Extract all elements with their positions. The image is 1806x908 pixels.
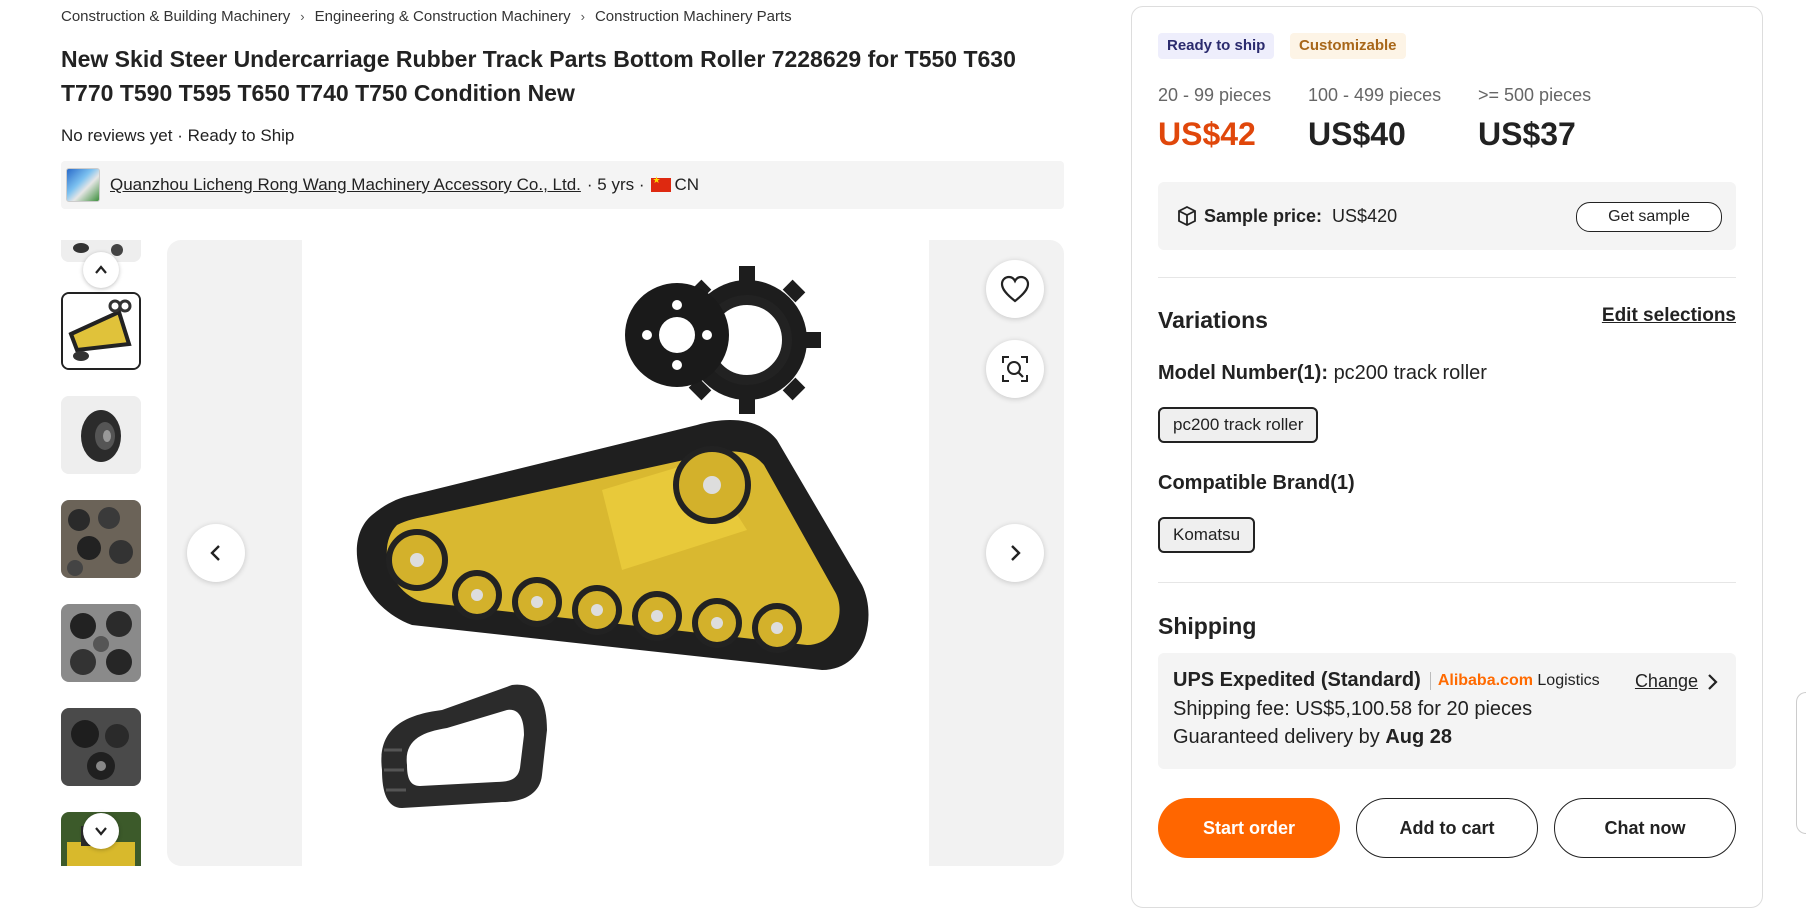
compatible-brand-attribute: Compatible Brand(1) — [1158, 472, 1355, 495]
compatible-brand-label: Compatible Brand(1) — [1158, 472, 1355, 494]
chevron-left-icon — [210, 545, 220, 561]
divider — [1158, 582, 1736, 583]
logistics-provider: Alibaba.com Logistics — [1429, 671, 1600, 690]
thumbnail[interactable] — [61, 604, 141, 682]
supplier-meta: · 5 yrs · CN — [587, 175, 699, 195]
chevron-up-icon — [95, 265, 107, 274]
variations-title: Variations — [1158, 307, 1268, 333]
thumbnail-selected[interactable] — [61, 292, 141, 370]
delivery-date: Aug 28 — [1385, 726, 1453, 748]
thumbnail-scroll-down-button[interactable] — [83, 813, 119, 849]
shipping-title: Shipping — [1158, 613, 1257, 639]
edit-selections-link[interactable]: Edit selections — [1602, 305, 1736, 327]
thumbnail-scroll-up-button[interactable] — [83, 252, 119, 288]
chevron-right-icon: › — [300, 9, 305, 24]
model-number-attribute: Model Number(1): pc200 track roller — [1158, 362, 1487, 385]
price-tier-range: 20 - 99 pieces — [1158, 85, 1272, 105]
supplier-years: · 5 yrs · — [586, 175, 645, 194]
image-search-icon — [1002, 356, 1028, 382]
change-shipping-link[interactable]: Change — [1635, 671, 1718, 692]
price-tier: 100 - 499 pieces US$40 — [1308, 85, 1441, 153]
shipping-method: UPS Expedited (Standard) Alibaba.com Log… — [1173, 669, 1600, 692]
thumbnail[interactable] — [61, 396, 141, 474]
image-gallery — [167, 240, 1064, 866]
shipping-method-name: UPS Expedited (Standard) — [1173, 669, 1421, 691]
chevron-right-icon — [1708, 673, 1718, 690]
price-tier-range: 100 - 499 pieces — [1308, 85, 1442, 105]
product-title: New Skid Steer Undercarriage Rubber Trac… — [61, 46, 1016, 106]
package-icon — [1178, 205, 1196, 227]
divider — [1158, 277, 1736, 278]
thumbnail[interactable] — [61, 708, 141, 786]
previous-image-button[interactable] — [187, 524, 245, 582]
thumbnail-strip — [61, 240, 141, 866]
model-number-label: Model Number(1): — [1158, 362, 1328, 384]
product-image — [302, 240, 929, 866]
model-number-chip[interactable]: pc200 track roller — [1158, 407, 1319, 443]
china-flag-icon — [650, 175, 671, 192]
favorite-button[interactable] — [986, 260, 1044, 318]
change-label: Change — [1634, 671, 1698, 691]
ready-to-ship-badge: Ready to ship — [1158, 33, 1275, 59]
chat-now-button[interactable]: Chat now — [1554, 798, 1736, 858]
purchase-panel: Ready to ship Customizable 20 - 99 piece… — [1131, 6, 1763, 908]
breadcrumb-item[interactable]: Construction & Building Machinery — [61, 8, 290, 25]
price-tier: 20 - 99 pieces US$42 — [1158, 85, 1271, 153]
chevron-right-icon — [1011, 545, 1021, 561]
supplier-bar: Quanzhou Licheng Rong Wang Machinery Acc… — [61, 161, 1064, 209]
price-tier-range: >= 500 pieces — [1478, 85, 1592, 105]
breadcrumb: Construction & Building Machinery › Engi… — [61, 8, 792, 25]
sample-price-label: Sample price: — [1204, 205, 1323, 226]
heart-icon — [1000, 275, 1030, 303]
breadcrumb-item[interactable]: Construction Machinery Parts — [595, 8, 792, 25]
price-tier-price: US$40 — [1308, 116, 1406, 152]
sample-price-value: US$420 — [1332, 205, 1398, 226]
customizable-badge: Customizable — [1290, 33, 1406, 59]
delivery-guarantee: Guaranteed delivery by Aug 28 — [1173, 726, 1452, 749]
shipping-fee: Shipping fee: US$5,100.58 for 20 pieces — [1173, 698, 1533, 720]
shipping-box: UPS Expedited (Standard) Alibaba.com Log… — [1158, 653, 1736, 769]
alibaba-logo: Alibaba.com — [1437, 671, 1533, 689]
supplier-logo — [66, 168, 100, 202]
get-sample-button[interactable]: Get sample — [1576, 202, 1722, 232]
delivery-prefix: Guaranteed delivery by — [1173, 726, 1386, 748]
add-to-cart-button[interactable]: Add to cart — [1356, 798, 1538, 858]
compatible-brand-chip[interactable]: Komatsu — [1158, 517, 1256, 553]
model-number-value: pc200 track roller — [1333, 362, 1487, 384]
start-order-button[interactable]: Start order — [1158, 798, 1340, 858]
price-tier: >= 500 pieces US$37 — [1478, 85, 1591, 153]
breadcrumb-item[interactable]: Engineering & Construction Machinery — [315, 8, 571, 25]
next-image-button[interactable] — [986, 524, 1044, 582]
chevron-down-icon — [95, 827, 107, 836]
price-tier-price: US$42 — [1158, 116, 1256, 152]
side-panel-tab[interactable] — [1796, 692, 1806, 834]
chevron-right-icon: › — [580, 9, 585, 24]
price-tier-price: US$37 — [1478, 116, 1576, 152]
supplier-link[interactable]: Quanzhou Licheng Rong Wang Machinery Acc… — [110, 175, 581, 195]
logistics-label: Logistics — [1532, 671, 1600, 689]
sample-box: Sample price: US$420 Get sample — [1158, 182, 1736, 250]
image-search-button[interactable] — [986, 340, 1044, 398]
review-status: No reviews yet · Ready to Ship — [61, 126, 295, 145]
thumbnail[interactable] — [61, 500, 141, 578]
supplier-country: CN — [674, 175, 700, 194]
